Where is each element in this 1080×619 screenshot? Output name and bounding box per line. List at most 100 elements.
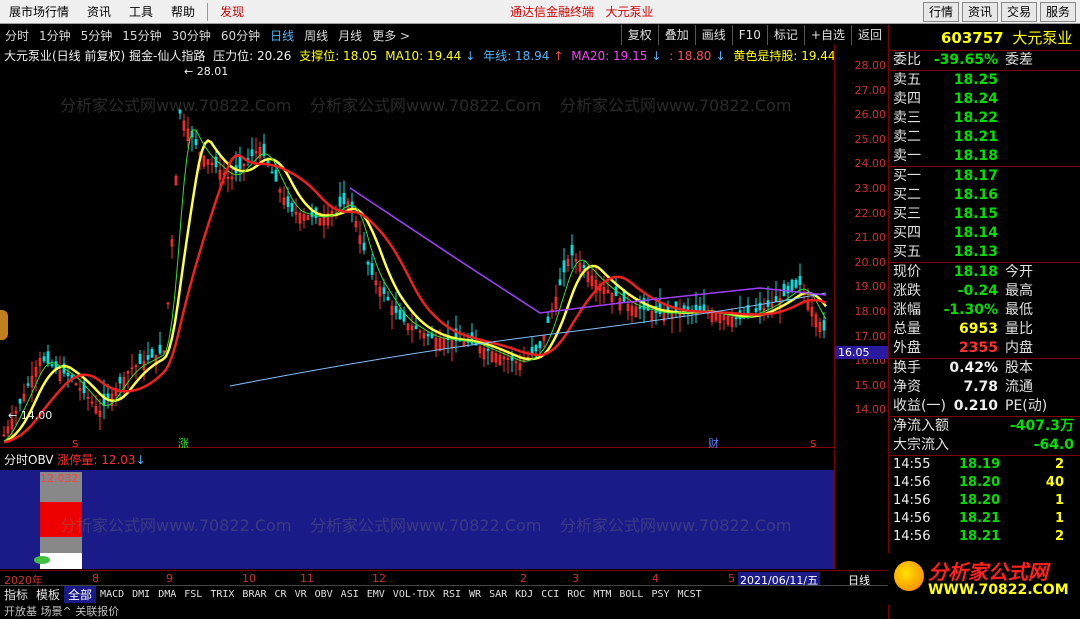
service-button[interactable]: 服务 [1039, 2, 1076, 22]
tick-row: 14:55 18.19 2 [889, 456, 1080, 474]
tab-模板[interactable]: 模板 [32, 586, 64, 603]
tab-全部[interactable]: 全部 [64, 586, 97, 603]
menu-market[interactable]: 展市场行情 [0, 0, 78, 24]
tick-volume: 1 [1054, 493, 1064, 508]
chart-toolbar: 复权 叠加 画线 F10 标记 +自选 返回 [620, 25, 888, 45]
tab-obv[interactable]: OBV [311, 589, 337, 600]
f10-button[interactable]: F10 [731, 25, 767, 45]
obv-axis [834, 450, 888, 569]
price-tick: 21.00 [854, 231, 887, 245]
tab-指标[interactable]: 指标 [0, 586, 32, 603]
collapse-handle[interactable] [0, 310, 8, 340]
period-1min[interactable]: 1分钟 [34, 27, 76, 44]
period-more[interactable]: 更多 > [367, 27, 415, 44]
news-button[interactable]: 资讯 [961, 2, 998, 22]
trade-button[interactable]: 交易 [1000, 2, 1037, 22]
period-30min[interactable]: 30分钟 [167, 27, 216, 44]
quote-label: 买一 [893, 168, 921, 184]
candle-body [426, 333, 430, 337]
tab-fsl[interactable]: FSL [180, 589, 206, 600]
tab-mtm[interactable]: MTM [589, 589, 615, 600]
price-tick: 24.00 [854, 157, 887, 171]
candle-body [546, 316, 550, 323]
quote-label: 卖一 [893, 148, 921, 164]
date-tick: 9 [166, 572, 173, 585]
menu-news[interactable]: 资讯 [78, 0, 120, 24]
candle-body [250, 149, 254, 157]
quote-button[interactable]: 行情 [922, 2, 959, 22]
quote-value: 7.78 [963, 379, 998, 395]
period-15min[interactable]: 15分钟 [117, 27, 166, 44]
candle-body [46, 351, 50, 364]
period-monthly[interactable]: 月线 [333, 27, 367, 44]
tab-vr[interactable]: VR [291, 589, 311, 600]
tab-dmi[interactable]: DMI [128, 589, 154, 600]
logo-url: WWW.70822.COM [928, 582, 1069, 598]
tab-dma[interactable]: DMA [154, 589, 180, 600]
candle-body [562, 260, 566, 273]
tab-asi[interactable]: ASI [337, 589, 363, 600]
tab-trix[interactable]: TRIX [206, 589, 238, 600]
kline-svg: ← 28.01 ← 14.00 涨 财 S S [2, 65, 827, 450]
candle-body [794, 279, 798, 288]
candle-body [394, 306, 398, 313]
menu-tools[interactable]: 工具 [120, 0, 162, 24]
quote-label-2: 流通 [1005, 379, 1033, 395]
period-60min[interactable]: 60分钟 [216, 27, 265, 44]
candle-body [18, 399, 22, 404]
period-tick[interactable]: 分时 [0, 27, 34, 44]
top-right-buttons: 行情 资讯 交易 服务 [922, 2, 1076, 22]
tab-macd[interactable]: MACD [96, 589, 128, 600]
mark-button[interactable]: 标记 [766, 25, 804, 45]
tab-wr[interactable]: WR [465, 589, 485, 600]
candle-body [786, 285, 790, 294]
price-tick: 25.00 [854, 132, 887, 146]
menu-help[interactable]: 帮助 [162, 0, 204, 24]
quote-label: 涨幅 [893, 302, 921, 318]
tab-sar[interactable]: SAR [485, 589, 511, 600]
tick-list[interactable]: 14:55 18.19 2 14:56 18.20 40 14:56 18.20 1 14:56 1… [889, 456, 1080, 546]
candle-body [146, 355, 150, 360]
tab-mcst[interactable]: MCST [674, 589, 706, 600]
draw-button[interactable]: 画线 [694, 25, 732, 45]
finance-tag: 财 [708, 436, 719, 448]
period-weekly[interactable]: 周线 [299, 27, 333, 44]
tick-time: 14:56 [893, 475, 931, 490]
kline-chart[interactable]: ← 28.01 ← 14.00 涨 财 S S [0, 63, 834, 450]
tick-volume: 2 [1054, 457, 1064, 472]
tab-roc[interactable]: ROC [563, 589, 589, 600]
period-5min[interactable]: 5分钟 [76, 27, 118, 44]
tab-emv[interactable]: EMV [363, 589, 389, 600]
flow-row: 大宗流入 -64.0 [889, 436, 1080, 455]
tab-kdj[interactable]: KDJ [511, 589, 537, 600]
tick-time: 14:56 [893, 493, 931, 508]
menu-find[interactable]: 发现 [211, 0, 253, 24]
tab-psy[interactable]: PSY [647, 589, 673, 600]
adjust-button[interactable]: 复权 [620, 25, 658, 45]
quote-row: 净资 7.78 流通 [889, 378, 1080, 397]
quote-row: 买五 18.13 [889, 243, 1080, 262]
back-button[interactable]: 返回 [850, 25, 888, 45]
tab-cci[interactable]: CCI [537, 589, 563, 600]
overlay-button[interactable]: 叠加 [657, 25, 695, 45]
quote-label-2: 内盘 [1005, 340, 1033, 356]
candle-body [414, 325, 418, 330]
tab-brar[interactable]: BRAR [238, 589, 270, 600]
price-tick: 26.00 [854, 108, 887, 122]
quote-label: 买五 [893, 244, 921, 260]
tab-cr[interactable]: CR [271, 589, 291, 600]
period-daily[interactable]: 日线 [265, 27, 299, 44]
arrow-down-icon: ↓ [465, 49, 476, 63]
price-tick: 27.00 [854, 83, 887, 97]
yearline-value: 年线: 18.94 [483, 49, 550, 63]
add-favorite-button[interactable]: +自选 [803, 25, 851, 45]
arrow-down-icon: ↓ [135, 453, 146, 467]
arrow-up-icon: ↑ [553, 49, 564, 63]
price-tick: 14.00 [854, 403, 887, 417]
quote-row: 买一 18.17 [889, 167, 1080, 186]
obv-pane[interactable]: 12.032 [0, 470, 834, 569]
tab-vol-tdx[interactable]: VOL-TDX [389, 589, 439, 600]
tab-rsi[interactable]: RSI [439, 589, 465, 600]
quote-label: 收益(一) [893, 398, 946, 414]
tab-boll[interactable]: BOLL [615, 589, 647, 600]
